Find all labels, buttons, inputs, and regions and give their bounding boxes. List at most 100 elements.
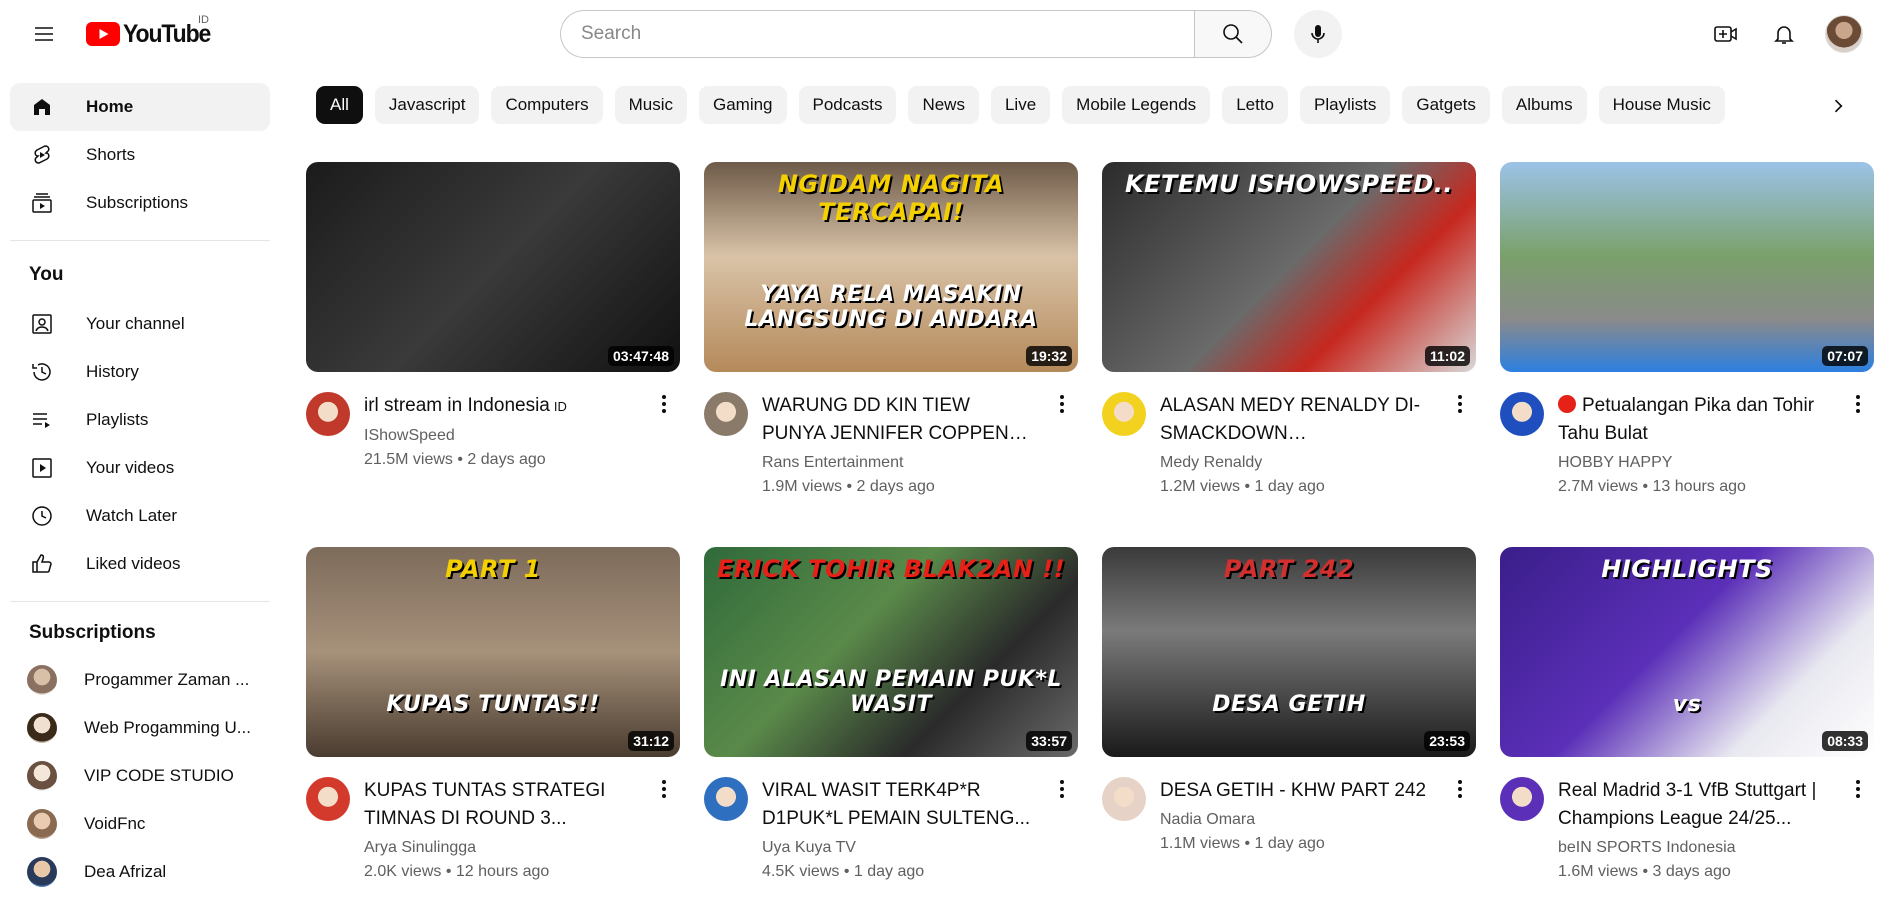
more-actions-button[interactable] <box>1448 392 1472 416</box>
channel-name[interactable]: Arya Sinulingga <box>364 837 634 859</box>
guide-menu-button[interactable] <box>24 14 64 54</box>
chip-gaming[interactable]: Gaming <box>698 86 787 124</box>
chip-news[interactable]: News <box>908 86 979 124</box>
chip-house-music[interactable]: House Music <box>1598 86 1725 124</box>
create-video-icon <box>1714 26 1737 42</box>
video-details: KUPAS TUNTAS STRATEGI TIMNAS DI ROUND 3.… <box>306 777 680 885</box>
chips-next-button[interactable] <box>1818 86 1858 126</box>
channel-name[interactable]: Nadia Omara <box>1160 809 1430 831</box>
channel-name[interactable]: beIN SPORTS Indonesia <box>1558 837 1828 859</box>
voice-search-button[interactable] <box>1294 10 1342 58</box>
subscription-channel[interactable]: Web Progamming U... <box>10 704 270 752</box>
video-card[interactable]: NGIDAM NAGITA TERCAPAI! YAYA RELA MASAKIN… <box>704 162 1078 500</box>
search-icon <box>1223 24 1243 44</box>
video-duration-badge: 31:12 <box>628 731 674 751</box>
sidebar-item-home[interactable]: Home <box>10 83 270 131</box>
chip-live[interactable]: Live <box>990 86 1051 124</box>
video-title[interactable]: Real Madrid 3-1 VfB Stuttgart | Champion… <box>1558 777 1828 833</box>
video-duration-badge: 11:02 <box>1424 346 1470 366</box>
channel-name[interactable]: HOBBY HAPPY <box>1558 452 1828 474</box>
channel-name[interactable]: Uya Kuya TV <box>762 837 1032 859</box>
youtube-play-icon <box>86 22 120 46</box>
account-avatar[interactable] <box>1825 15 1863 53</box>
country-code: ID <box>198 14 209 26</box>
channel-avatar[interactable] <box>1500 777 1544 821</box>
video-title[interactable]: ALASAN MEDY RENALDY DI-SMACKDOWN ISHOWSP… <box>1160 392 1430 448</box>
video-title[interactable]: VIRAL WASIT TERK4P*R D1PUK*L PEMAIN SULT… <box>762 777 1032 833</box>
channel-avatar[interactable] <box>1102 392 1146 436</box>
video-thumbnail[interactable]: KETEMU ISHOWSPEED.. 11:02 <box>1102 162 1476 372</box>
chip-all[interactable]: All <box>316 86 363 124</box>
chip-gatgets[interactable]: Gatgets <box>1402 86 1490 124</box>
sidebar-item-your-videos[interactable]: Your videos <box>10 444 270 492</box>
sidebar-item-shorts[interactable]: Shorts <box>10 131 270 179</box>
sidebar-item-playlists[interactable]: Playlists <box>10 396 270 444</box>
video-thumbnail[interactable]: NGIDAM NAGITA TERCAPAI! YAYA RELA MASAKIN… <box>704 162 1078 372</box>
video-title[interactable]: WARUNG DD KIN TIEW PUNYA JENNIFER COPPEN… <box>762 392 1032 448</box>
video-title[interactable]: irl stream in Indonesia ID <box>364 392 634 421</box>
channel-name[interactable]: Rans Entertainment <box>762 452 1032 474</box>
more-actions-button[interactable] <box>652 392 676 416</box>
search-button[interactable] <box>1194 10 1272 58</box>
video-card[interactable]: PART 242 DESA GETIH 23:53 DESA GETIH - KHW … <box>1102 547 1476 857</box>
chip-albums[interactable]: Albums <box>1501 86 1587 124</box>
channel-avatar[interactable] <box>306 777 350 821</box>
channel-avatar[interactable] <box>1500 392 1544 436</box>
sidebar-item-watch-later[interactable]: Watch Later <box>10 492 270 540</box>
video-thumbnail[interactable]: PART 242 DESA GETIH 23:53 <box>1102 547 1476 757</box>
video-thumbnail[interactable]: 03:47:48 <box>306 162 680 372</box>
channel-avatar[interactable] <box>1102 777 1146 821</box>
chip-podcasts[interactable]: Podcasts <box>798 86 897 124</box>
video-thumbnail[interactable]: PART 1 KUPAS TUNTAS!! 31:12 <box>306 547 680 757</box>
video-stats: 1.9M views • 2 days ago <box>762 474 1032 500</box>
search-input[interactable] <box>581 23 1194 45</box>
channel-name[interactable]: IShowSpeed <box>364 425 634 447</box>
subscription-channel[interactable]: Dea Afrizal <box>10 848 270 896</box>
video-title-text: Petualangan Pika dan Tohir Tahu Bulat <box>1558 395 1815 444</box>
subscription-channel[interactable]: Progammer Zaman ... <box>10 656 270 704</box>
video-title[interactable]: Petualangan Pika dan Tohir Tahu Bulat <box>1558 392 1828 448</box>
video-card[interactable]: KETEMU ISHOWSPEED.. 11:02 ALASAN MEDY RENA… <box>1102 162 1476 500</box>
more-actions-button[interactable] <box>1846 392 1870 416</box>
chip-playlists[interactable]: Playlists <box>1300 86 1391 124</box>
video-title[interactable]: KUPAS TUNTAS STRATEGI TIMNAS DI ROUND 3.… <box>364 777 634 833</box>
video-card[interactable]: PART 1 KUPAS TUNTAS!! 31:12 KUPAS TUNTAS ST… <box>306 547 680 885</box>
upload-age: 2 days ago <box>856 478 935 495</box>
live-indicator-icon <box>1558 395 1576 413</box>
channel-avatar[interactable] <box>306 392 350 436</box>
sidebar-item-liked-videos[interactable]: Liked videos <box>10 540 270 588</box>
video-thumbnail[interactable]: 07:07 <box>1500 162 1874 372</box>
create-button[interactable] <box>1706 14 1746 54</box>
channel-avatar[interactable] <box>704 392 748 436</box>
channel-avatar[interactable] <box>704 777 748 821</box>
video-duration-badge: 07:07 <box>1822 346 1868 366</box>
video-stats: 1.6M views • 3 days ago <box>1558 859 1828 885</box>
more-actions-button[interactable] <box>1050 392 1074 416</box>
subscription-channel[interactable]: VoidFnc <box>10 800 270 848</box>
subscription-channel[interactable]: VIP CODE STUDIO <box>10 752 270 800</box>
video-thumbnail[interactable]: HIGHLIGHTS vs 08:33 <box>1500 547 1874 757</box>
video-thumbnail[interactable]: ERICK TOHIR BLAK2AN !! INI ALASAN PEMAIN … <box>704 547 1078 757</box>
more-actions-button[interactable] <box>1448 777 1472 801</box>
video-card[interactable]: 07:07 Petualangan Pika dan Tohir Tahu Bul… <box>1500 162 1874 500</box>
more-actions-button[interactable] <box>1846 777 1870 801</box>
you-section-heading[interactable]: You <box>29 264 63 286</box>
chip-computers[interactable]: Computers <box>491 86 603 124</box>
more-actions-button[interactable] <box>652 777 676 801</box>
thumbnail-caption-secondary: INI ALASAN PEMAIN PUK*L WASIT <box>720 667 1062 717</box>
shorts-icon <box>30 143 54 167</box>
video-card[interactable]: HIGHLIGHTS vs 08:33 Real Madrid 3-1 VfB Stu… <box>1500 547 1874 885</box>
sidebar-item-history[interactable]: History <box>10 348 270 396</box>
video-card[interactable]: 03:47:48 irl stream in Indonesia ID IShowSp… <box>306 162 680 473</box>
chip-letto[interactable]: Letto <box>1222 86 1288 124</box>
sidebar-item-subscriptions[interactable]: Subscriptions <box>10 179 270 227</box>
chip-music[interactable]: Music <box>614 86 687 124</box>
chip-mobile-legends[interactable]: Mobile Legends <box>1062 86 1211 124</box>
notifications-button[interactable] <box>1764 14 1804 54</box>
sidebar-item-your-channel[interactable]: Your channel <box>10 300 270 348</box>
chip-javascript[interactable]: Javascript <box>374 86 480 124</box>
video-card[interactable]: ERICK TOHIR BLAK2AN !! INI ALASAN PEMAIN … <box>704 547 1078 885</box>
more-actions-button[interactable] <box>1050 777 1074 801</box>
video-title[interactable]: DESA GETIH - KHW PART 242 <box>1160 777 1430 805</box>
channel-name[interactable]: Medy Renaldy <box>1160 452 1430 474</box>
